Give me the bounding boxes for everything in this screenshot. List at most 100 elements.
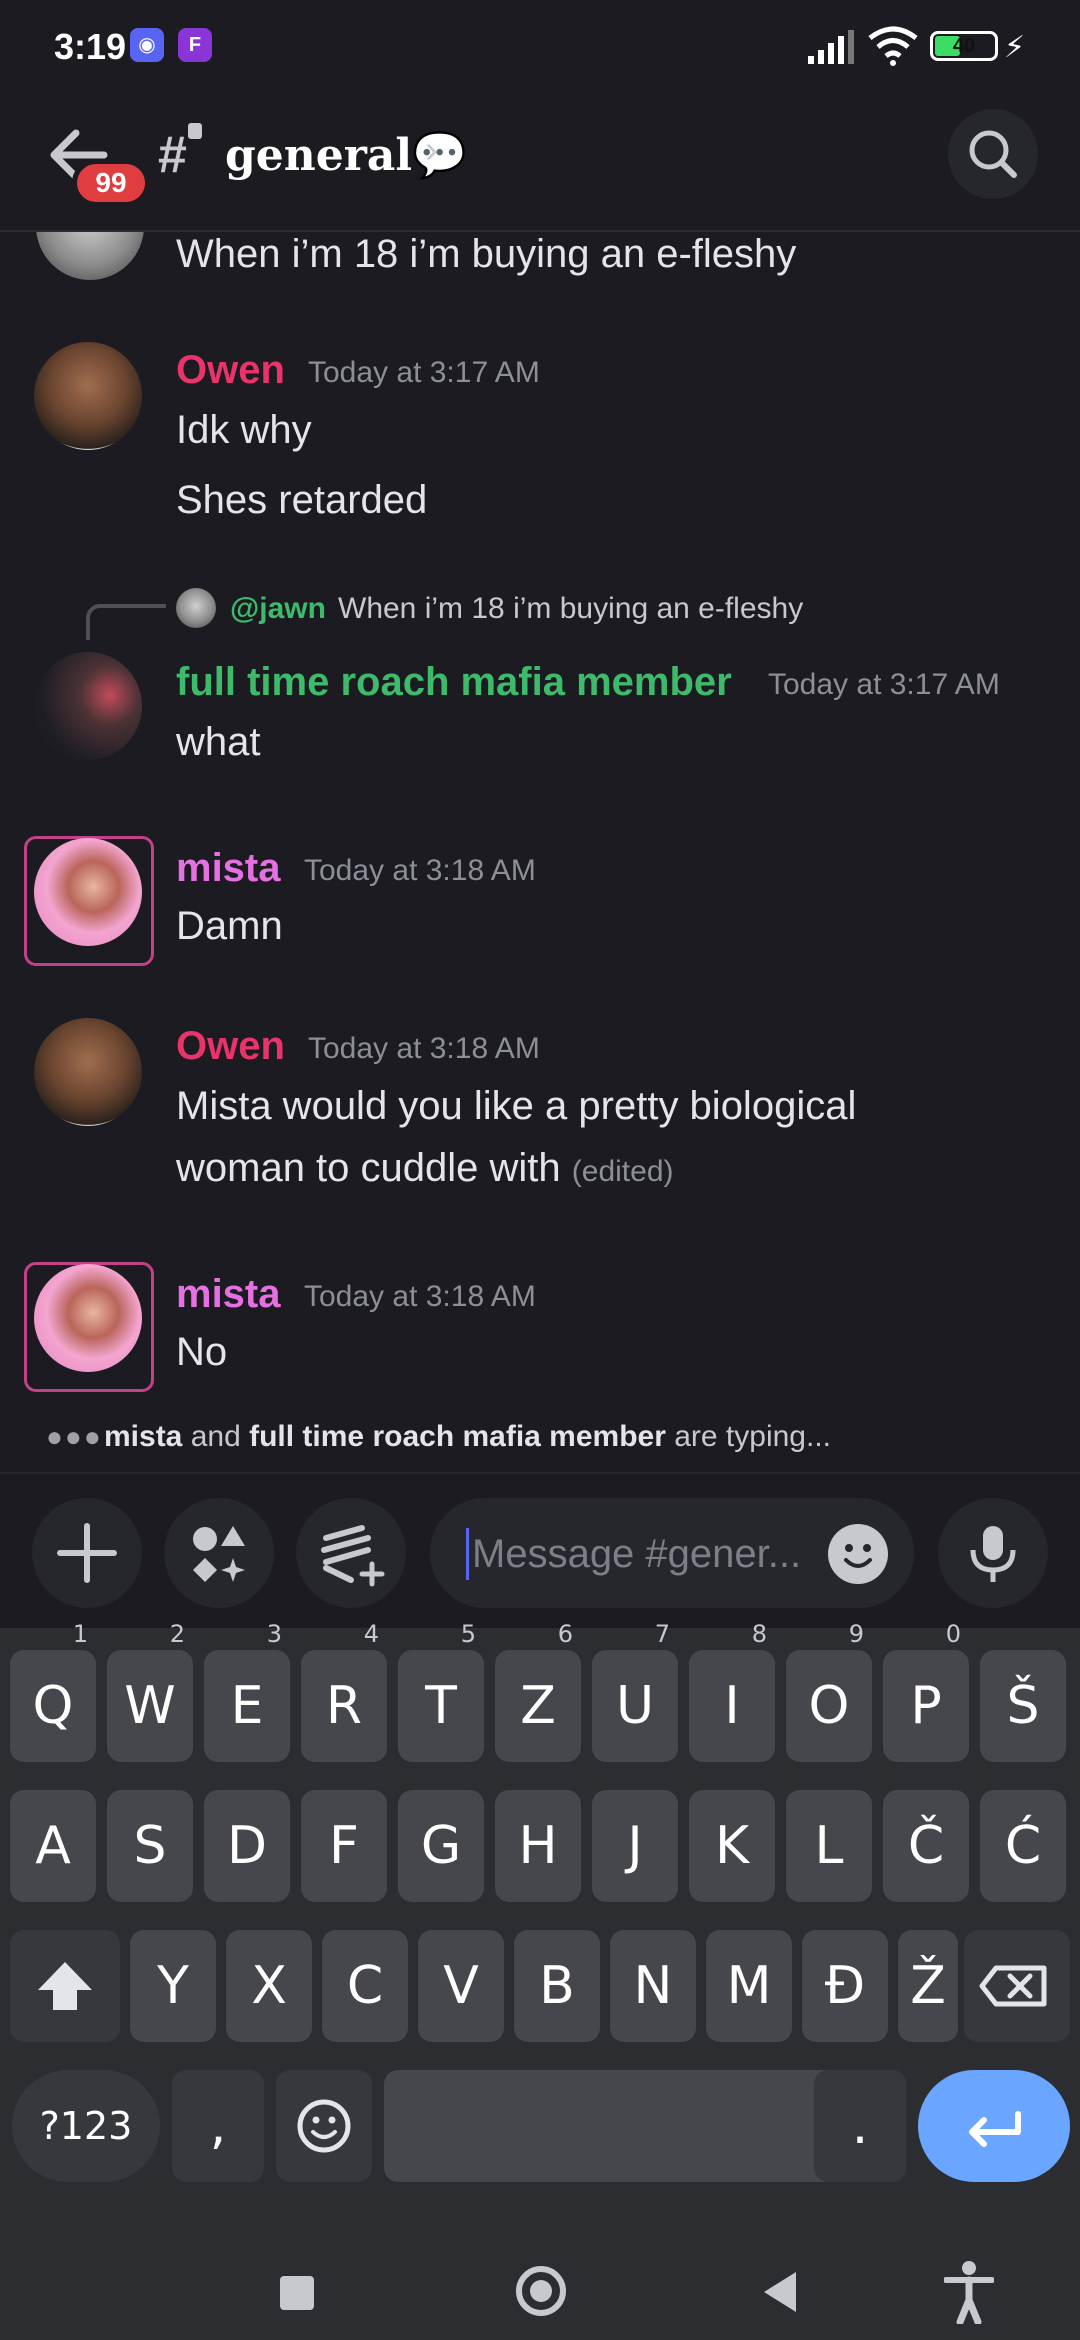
symbols-key[interactable]: ?123 bbox=[12, 2070, 160, 2182]
key-v[interactable]: V bbox=[418, 1930, 504, 2042]
message-text: Shes retarded bbox=[176, 478, 428, 522]
signal-icon bbox=[808, 30, 854, 64]
backspace-key[interactable] bbox=[964, 1930, 1070, 2042]
message-list[interactable]: When i’m 18 i’m buying an e-fleshy Owen … bbox=[0, 232, 1080, 1472]
username[interactable]: mista bbox=[176, 1272, 281, 1317]
back-triangle-icon[interactable] bbox=[764, 2272, 796, 2312]
chevron-right-icon[interactable]: › bbox=[425, 129, 438, 172]
backspace-icon bbox=[979, 1965, 1047, 2007]
comma-key[interactable]: , bbox=[172, 2070, 264, 2182]
key-label: W bbox=[124, 1676, 176, 1736]
key-g[interactable]: G bbox=[398, 1790, 484, 1902]
typing-user: mista bbox=[104, 1420, 183, 1453]
typing-suffix: are typing... bbox=[665, 1420, 831, 1453]
key-w[interactable]: W2 bbox=[107, 1622, 193, 1762]
message-input[interactable]: Message #gener... bbox=[430, 1498, 914, 1608]
key-c-acute[interactable]: Ć bbox=[980, 1790, 1066, 1902]
key-s-caron[interactable]: Š bbox=[980, 1650, 1066, 1762]
key-label: L bbox=[814, 1816, 844, 1876]
period-key[interactable]: . bbox=[814, 2070, 906, 2182]
shift-key[interactable] bbox=[10, 1930, 120, 2042]
reply-text[interactable]: When i’m 18 i’m buying an e-fleshy bbox=[338, 592, 803, 626]
key-d-stroke[interactable]: Đ bbox=[802, 1930, 888, 2042]
avatar[interactable] bbox=[34, 838, 142, 946]
avatar[interactable] bbox=[36, 232, 144, 280]
microphone-button[interactable] bbox=[938, 1498, 1048, 1608]
key-hint: 4 bbox=[363, 1620, 379, 1648]
key-label: J bbox=[627, 1816, 643, 1876]
enter-key[interactable] bbox=[918, 2070, 1070, 2182]
shift-icon bbox=[38, 1962, 92, 2010]
key-e[interactable]: E3 bbox=[204, 1622, 290, 1762]
typing-indicator: ●●●mista and full time roach mafia membe… bbox=[46, 1420, 831, 1460]
key-h[interactable]: H bbox=[495, 1790, 581, 1902]
key-j[interactable]: J bbox=[592, 1790, 678, 1902]
recents-icon[interactable] bbox=[280, 2276, 314, 2310]
message-text: Mista would you like a pretty biological bbox=[176, 1084, 857, 1128]
key-r[interactable]: R4 bbox=[301, 1622, 387, 1762]
emoji-key[interactable] bbox=[276, 2070, 372, 2182]
apps-button[interactable] bbox=[164, 1498, 274, 1608]
key-m[interactable]: M bbox=[706, 1930, 792, 2042]
key-label: X bbox=[251, 1956, 287, 2016]
key-y[interactable]: Y bbox=[130, 1930, 216, 2042]
timestamp: Today at 3:18 AM bbox=[304, 1280, 536, 1313]
key-b[interactable]: B bbox=[514, 1930, 600, 2042]
home-icon[interactable] bbox=[516, 2266, 566, 2316]
accessibility-icon[interactable] bbox=[944, 2260, 994, 2324]
emoji-icon[interactable] bbox=[828, 1524, 888, 1584]
avatar[interactable] bbox=[34, 1018, 142, 1126]
avatar[interactable] bbox=[34, 1264, 142, 1372]
typing-dots-icon: ●●● bbox=[46, 1421, 103, 1452]
key-z-caron[interactable]: Ž bbox=[898, 1930, 958, 2042]
key-label: S bbox=[133, 1816, 167, 1876]
key-u[interactable]: U7 bbox=[592, 1622, 678, 1762]
username[interactable]: Owen bbox=[176, 1024, 285, 1069]
key-label: N bbox=[633, 1956, 673, 2016]
attach-button[interactable] bbox=[32, 1498, 142, 1608]
battery-icon: 40 bbox=[930, 31, 998, 61]
key-o[interactable]: O9 bbox=[786, 1622, 872, 1762]
timestamp: Today at 3:17 AM bbox=[768, 668, 1000, 701]
key-n[interactable]: N bbox=[610, 1930, 696, 2042]
key-label: M bbox=[726, 1956, 772, 2016]
key-i[interactable]: I8 bbox=[689, 1622, 775, 1762]
key-hint: 6 bbox=[557, 1620, 573, 1648]
key-s[interactable]: S bbox=[107, 1790, 193, 1902]
avatar[interactable] bbox=[34, 652, 142, 760]
key-hint: 1 bbox=[72, 1620, 88, 1648]
key-c[interactable]: C bbox=[322, 1930, 408, 2042]
gift-button[interactable] bbox=[296, 1498, 406, 1608]
system-nav-bar bbox=[0, 2190, 1080, 2340]
text-cursor bbox=[466, 1528, 469, 1580]
key-f[interactable]: F bbox=[301, 1790, 387, 1902]
key-label: Č bbox=[907, 1816, 945, 1876]
reply-avatar bbox=[176, 588, 216, 628]
username[interactable]: mista bbox=[176, 846, 281, 891]
key-label: E bbox=[230, 1676, 264, 1736]
message-placeholder: Message #gener... bbox=[472, 1532, 802, 1576]
key-hint: 8 bbox=[751, 1620, 767, 1648]
emoji-icon bbox=[297, 2099, 351, 2153]
typing-user: full time roach mafia member bbox=[249, 1420, 666, 1453]
reply-username[interactable]: @jawn bbox=[230, 592, 326, 626]
timestamp: Today at 3:17 AM bbox=[308, 356, 540, 389]
username[interactable]: Owen bbox=[176, 348, 285, 393]
key-z[interactable]: Z6 bbox=[495, 1622, 581, 1762]
microphone-icon bbox=[970, 1526, 1016, 1582]
key-l[interactable]: L bbox=[786, 1790, 872, 1902]
avatar[interactable] bbox=[34, 342, 142, 450]
key-x[interactable]: X bbox=[226, 1930, 312, 2042]
key-t[interactable]: T5 bbox=[398, 1622, 484, 1762]
key-label: B bbox=[539, 1956, 575, 2016]
key-k[interactable]: K bbox=[689, 1790, 775, 1902]
key-c-caron[interactable]: Č bbox=[883, 1790, 969, 1902]
key-d[interactable]: D bbox=[204, 1790, 290, 1902]
username[interactable]: full time roach mafia member bbox=[176, 660, 732, 705]
key-hint: 7 bbox=[654, 1620, 670, 1648]
plus-icon bbox=[57, 1523, 117, 1583]
key-p[interactable]: P0 bbox=[883, 1622, 969, 1762]
key-q[interactable]: Q1 bbox=[10, 1622, 96, 1762]
key-a[interactable]: A bbox=[10, 1790, 96, 1902]
search-button[interactable] bbox=[948, 109, 1038, 199]
